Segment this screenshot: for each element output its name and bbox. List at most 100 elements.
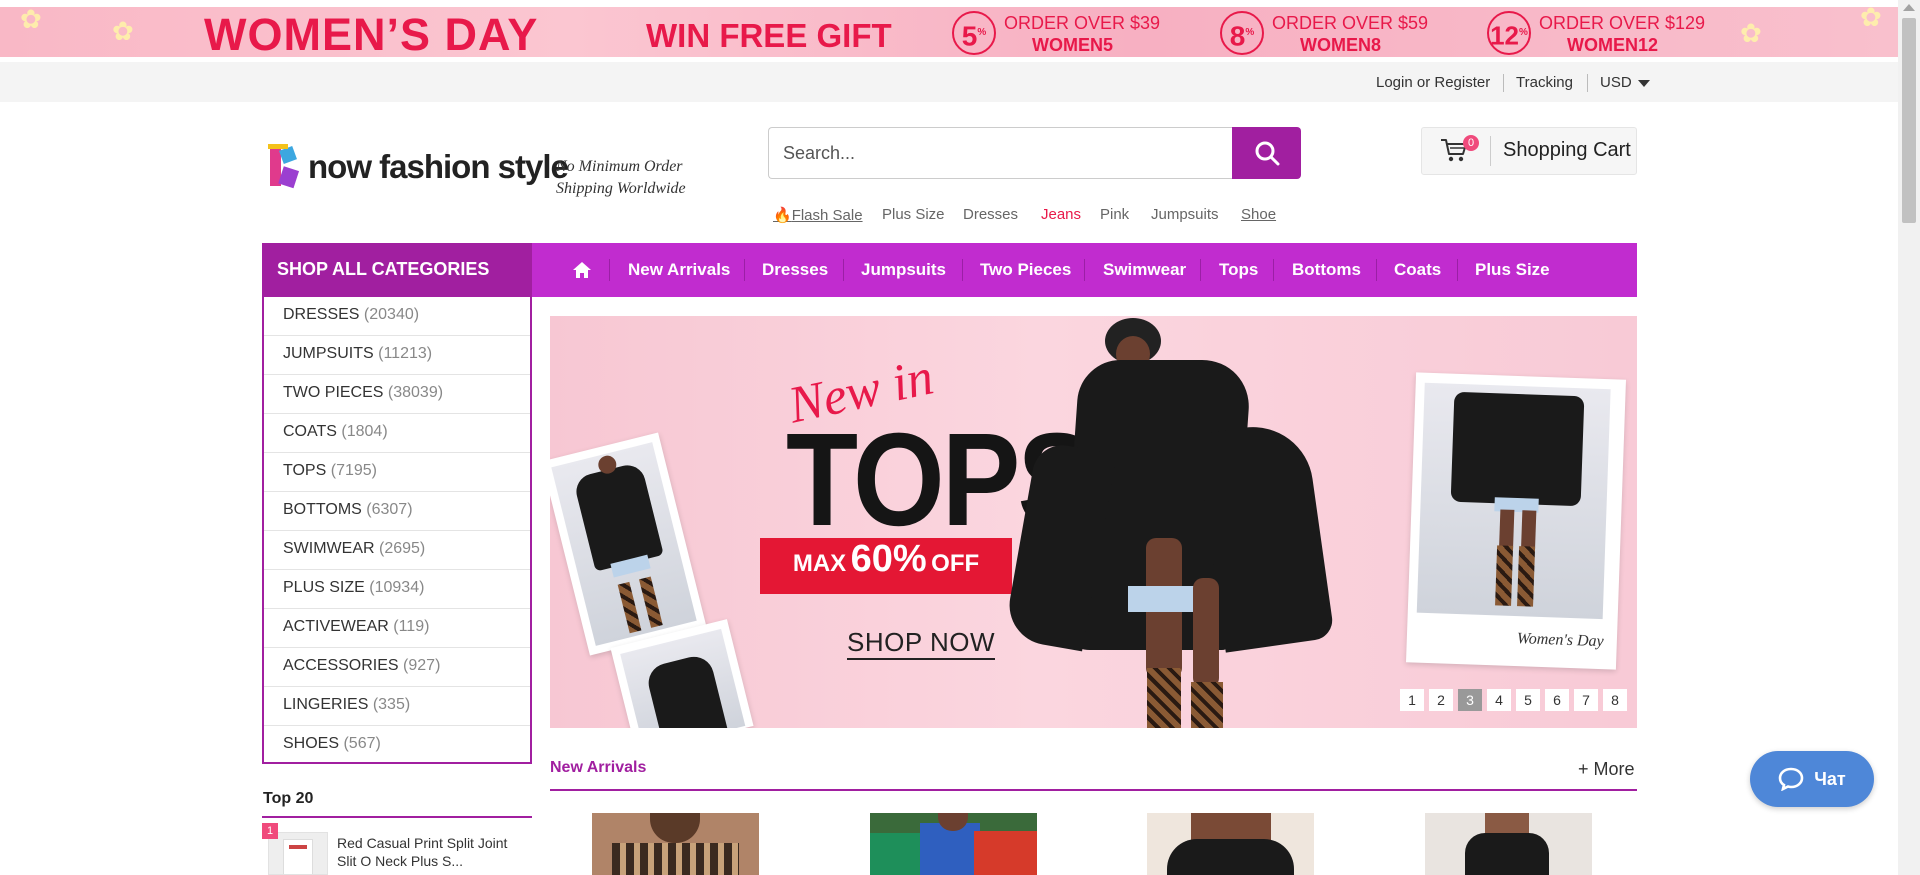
product-card-3[interactable]	[1147, 813, 1314, 875]
flower-icon: ✿	[1860, 7, 1882, 33]
divider	[1490, 136, 1491, 166]
model-boot	[1495, 545, 1514, 606]
category-item-coats[interactable]: COATS (1804)	[264, 414, 530, 453]
category-item-activewear[interactable]: ACTIVEWEAR (119)	[264, 609, 530, 648]
slide-dot-6[interactable]: 6	[1545, 689, 1569, 711]
discount-off: OFF	[931, 550, 980, 577]
search-button[interactable]	[1232, 127, 1301, 179]
tagline: No Minimum Order Shipping Worldwide	[556, 156, 686, 200]
nav-tops[interactable]: Tops	[1219, 260, 1258, 280]
login-register-link[interactable]: Login or Register	[1376, 74, 1490, 91]
slide-dot-1[interactable]: 1	[1400, 689, 1424, 711]
model-boot	[639, 576, 663, 628]
nav-jumpsuits[interactable]: Jumpsuits	[861, 260, 946, 280]
category-name: COATS	[283, 423, 337, 440]
nav-bottoms[interactable]: Bottoms	[1292, 260, 1361, 280]
coupon-percent-badge: 8%	[1220, 11, 1264, 55]
product-top	[1167, 839, 1294, 875]
slide-dot-5[interactable]: 5	[1516, 689, 1540, 711]
flower-icon: ✿	[20, 7, 42, 35]
divider	[1376, 259, 1377, 281]
category-name: SHOES	[283, 735, 340, 752]
shop-now-link[interactable]: SHOP NOW	[847, 627, 995, 660]
hero-right-photo: Women's Day	[1406, 372, 1626, 670]
category-item-plus-size[interactable]: PLUS SIZE (10934)	[264, 570, 530, 609]
top20-item-title[interactable]: Red Casual Print Split Joint Slit O Neck…	[337, 834, 529, 870]
promo-banner[interactable]: ✿ ✿ ✿ ✿ WOMEN’S DAY WIN FREE GIFT 5% ORD…	[0, 7, 1898, 57]
section-divider	[550, 789, 1637, 791]
top20-title: Top 20	[263, 790, 314, 807]
category-count: (567)	[343, 735, 381, 752]
search-icon	[1255, 141, 1279, 166]
model-neck	[650, 813, 700, 843]
model-boot	[1517, 546, 1536, 607]
nav-plus-size[interactable]: Plus Size	[1475, 260, 1550, 280]
model-leg	[1498, 509, 1515, 550]
model-leg	[1520, 510, 1537, 551]
tracking-link[interactable]: Tracking	[1516, 74, 1573, 91]
category-item-accessories[interactable]: ACCESSORIES (927)	[264, 648, 530, 687]
category-item-two-pieces[interactable]: TWO PIECES (38039)	[264, 375, 530, 414]
home-icon[interactable]	[572, 261, 592, 279]
chat-button[interactable]: Чат	[1750, 751, 1874, 807]
search-input[interactable]	[768, 127, 1233, 179]
fire-icon: 🔥	[773, 207, 792, 224]
hotlink-jumpsuits[interactable]: Jumpsuits	[1151, 206, 1219, 223]
hotlink-jeans[interactable]: Jeans	[1041, 206, 1081, 223]
site-logo[interactable]: now fashion style	[264, 134, 569, 210]
nav-swimwear[interactable]: Swimwear	[1103, 260, 1186, 280]
tagline-line-2: Shipping Worldwide	[556, 180, 686, 197]
hotlink-dresses[interactable]: Dresses	[963, 206, 1018, 223]
model-top	[572, 461, 664, 572]
category-count: (6307)	[366, 501, 413, 518]
product-card-2[interactable]	[870, 813, 1037, 875]
category-count: (927)	[403, 657, 441, 674]
nav-dresses[interactable]: Dresses	[762, 260, 828, 280]
new-arrivals-title[interactable]: New Arrivals	[550, 759, 646, 777]
category-item-swimwear[interactable]: SWIMWEAR (2695)	[264, 531, 530, 570]
shop-all-categories-heading[interactable]: SHOP ALL CATEGORIES	[262, 243, 532, 297]
scrollbar-thumb[interactable]	[1902, 18, 1916, 223]
currency-selector[interactable]: USD	[1600, 74, 1650, 91]
new-arrivals-more-link[interactable]: + More	[1578, 759, 1635, 780]
hotlink-shoe[interactable]: Shoe	[1241, 206, 1276, 223]
slide-dot-4[interactable]: 4	[1487, 689, 1511, 711]
chevron-down-icon	[1637, 79, 1650, 87]
product-card-1[interactable]	[592, 813, 759, 875]
hotlink-plus-size[interactable]: Plus Size	[882, 206, 945, 223]
coupon-code: WOMEN8	[1300, 35, 1381, 55]
category-item-shoes[interactable]: SHOES (567)	[264, 726, 530, 765]
product-card-4[interactable]	[1425, 813, 1592, 875]
hotlink-flash-sale[interactable]: 🔥Flash Sale	[773, 206, 863, 224]
category-item-tops[interactable]: TOPS (7195)	[264, 453, 530, 492]
divider	[609, 259, 610, 281]
divider	[1457, 259, 1458, 281]
coupon-code: WOMEN5	[1032, 35, 1113, 55]
slide-dot-8[interactable]: 8	[1603, 689, 1627, 711]
scroll-up-arrow-icon[interactable]	[1903, 4, 1915, 11]
chat-label: Чат	[1814, 768, 1846, 789]
model-photo	[1416, 382, 1611, 620]
slide-dot-2[interactable]: 2	[1429, 689, 1453, 711]
coupon-percent-badge: 5%	[952, 11, 996, 55]
slide-dot-7[interactable]: 7	[1574, 689, 1598, 711]
hero-discount-badge: MAX 60% OFF	[760, 538, 1012, 594]
discount-percent: 60%	[850, 538, 927, 580]
nav-coats[interactable]: Coats	[1394, 260, 1441, 280]
category-name: BOTTOMS	[283, 501, 362, 518]
category-item-lingeries[interactable]: LINGERIES (335)	[264, 687, 530, 726]
flower-icon: ✿	[1740, 19, 1762, 49]
hero-banner[interactable]: New in TOPS MAX 60% OFF SHOP NOW Women's…	[550, 316, 1637, 728]
category-item-dresses[interactable]: DRESSES (20340)	[264, 297, 530, 336]
hotlink-pink[interactable]: Pink	[1100, 206, 1129, 223]
category-item-jumpsuits[interactable]: JUMPSUITS (11213)	[264, 336, 530, 375]
slide-dot-3[interactable]: 3	[1458, 689, 1482, 711]
category-item-bottoms[interactable]: BOTTOMS (6307)	[264, 492, 530, 531]
coupon-order-text: ORDER OVER $129	[1539, 13, 1706, 33]
chat-bubble-icon	[1778, 767, 1804, 791]
cart-label: Shopping Cart	[1503, 139, 1631, 161]
nav-two-pieces[interactable]: Two Pieces	[980, 260, 1071, 280]
divider	[1503, 74, 1504, 92]
nav-new-arrivals[interactable]: New Arrivals	[628, 260, 730, 280]
product-pattern	[612, 843, 739, 875]
